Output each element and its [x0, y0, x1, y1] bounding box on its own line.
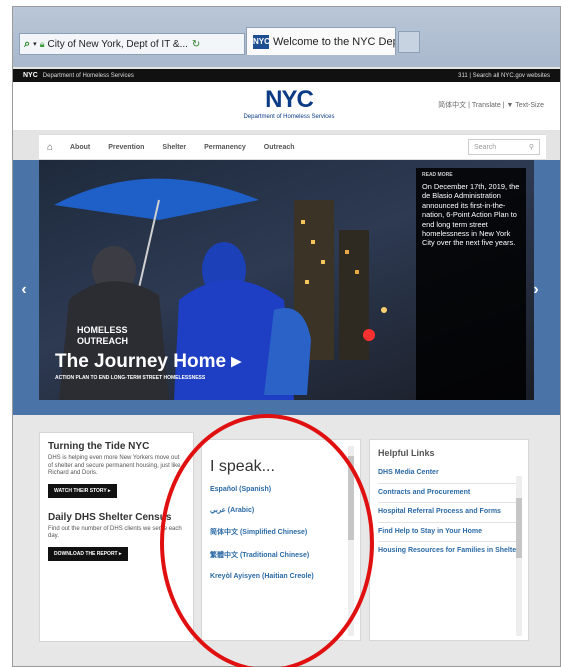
helpful-link-contracts[interactable]: Contracts and Procurement	[378, 484, 520, 503]
nav-item-permanency[interactable]: Permanency	[195, 144, 255, 151]
home-icon[interactable]: ⌂	[39, 142, 61, 153]
screenshot-frame: ⌕ ▾ 🔒︎ City of New York, Dept of IT &...…	[0, 0, 561, 667]
search-input[interactable]: Search ⚲	[468, 139, 540, 155]
hero-slide[interactable]: HOMELESS OUTREACH The Journey Home ▸ ACT…	[39, 160, 534, 400]
address-text: City of New York, Dept of IT &...	[47, 38, 188, 50]
carousel-next-arrow-icon[interactable]: ›	[529, 277, 543, 303]
search-icon: ⌕	[24, 37, 31, 50]
hero-title[interactable]: The Journey Home ▸	[55, 350, 241, 373]
nyc-logo[interactable]: NYC Department of Homeless Services	[225, 86, 353, 121]
new-tab-button[interactable]	[398, 31, 420, 53]
top-strip-dept[interactable]: Department of Homeless Services	[43, 73, 134, 79]
helpful-scrollbar[interactable]	[516, 476, 522, 636]
hero-side-text: On December 17th, 2019, the de Blasio Ad…	[422, 182, 520, 248]
helpful-scrollbar-thumb[interactable]	[516, 498, 522, 558]
search-placeholder: Search	[474, 143, 497, 151]
address-bar[interactable]: ⌕ ▾ 🔒︎ City of New York, Dept of IT &...…	[19, 33, 245, 55]
outreach-sign-text: HOMELESS	[77, 325, 128, 335]
lock-icon: 🔒︎	[39, 38, 45, 49]
tab-title: Welcome to the NYC Depar...	[273, 35, 395, 48]
hero-side-panel[interactable]: READ MORE On December 17th, 2019, the de…	[416, 168, 526, 400]
watch-story-button[interactable]: WATCH THEIR STORY ▸	[48, 483, 117, 498]
nyc-favicon-icon: NYC	[253, 34, 270, 49]
red-annotation-ellipse	[160, 414, 374, 667]
nav-item-about[interactable]: About	[61, 144, 99, 151]
main-nav: ⌂ About Prevention Shelter Permanency Ou…	[39, 134, 546, 160]
logo-dept-name: Department of Homeless Services	[243, 114, 335, 120]
helpful-links-title: Helpful Links	[378, 448, 435, 458]
svg-text:OUTREACH: OUTREACH	[77, 336, 128, 346]
helpful-link-hospital-referral[interactable]: Hospital Referral Process and Forms	[378, 503, 520, 523]
dropdown-icon[interactable]: ▾	[33, 40, 37, 48]
logo-text: NYC	[265, 86, 314, 113]
reload-icon[interactable]: ↻	[192, 39, 200, 50]
nav-item-shelter[interactable]: Shelter	[153, 144, 195, 151]
nyc-mini-logo[interactable]: NYC	[23, 72, 38, 79]
site-header: NYC Department of Homeless Services 简体中文…	[13, 82, 560, 130]
helpful-link-stay-home[interactable]: Find Help to Stay in Your Home	[378, 523, 520, 542]
browser-toolbar: ⌕ ▾ 🔒︎ City of New York, Dept of IT &...…	[13, 7, 560, 67]
nav-item-outreach[interactable]: Outreach	[255, 144, 304, 151]
helpful-link-media-center[interactable]: DHS Media Center	[378, 464, 520, 484]
carousel-prev-arrow-icon[interactable]: ‹	[17, 277, 31, 303]
site-top-strip: NYC Department of Homeless Services 311 …	[13, 69, 560, 82]
read-more-label[interactable]: READ MORE	[422, 172, 520, 178]
hero-subtitle: ACTION PLAN TO END LONG-TERM STREET HOME…	[55, 375, 206, 381]
header-tools[interactable]: 简体中文 | Translate | ▼ Text-Size	[438, 100, 544, 110]
top-strip-links[interactable]: 311 | Search all NYC.gov websites	[458, 73, 550, 79]
helpful-link-housing-resources[interactable]: Housing Resources for Families in Shelte…	[378, 542, 520, 561]
nav-item-prevention[interactable]: Prevention	[99, 144, 153, 151]
search-icon[interactable]: ⚲	[529, 143, 534, 151]
download-report-button[interactable]: DOWNLOAD THE REPORT ▸	[48, 546, 128, 561]
browser-tab-active[interactable]: NYC Welcome to the NYC Depar... ✕	[246, 27, 396, 55]
helpful-links-card: Helpful Links DHS Media Center Contracts…	[369, 439, 529, 641]
